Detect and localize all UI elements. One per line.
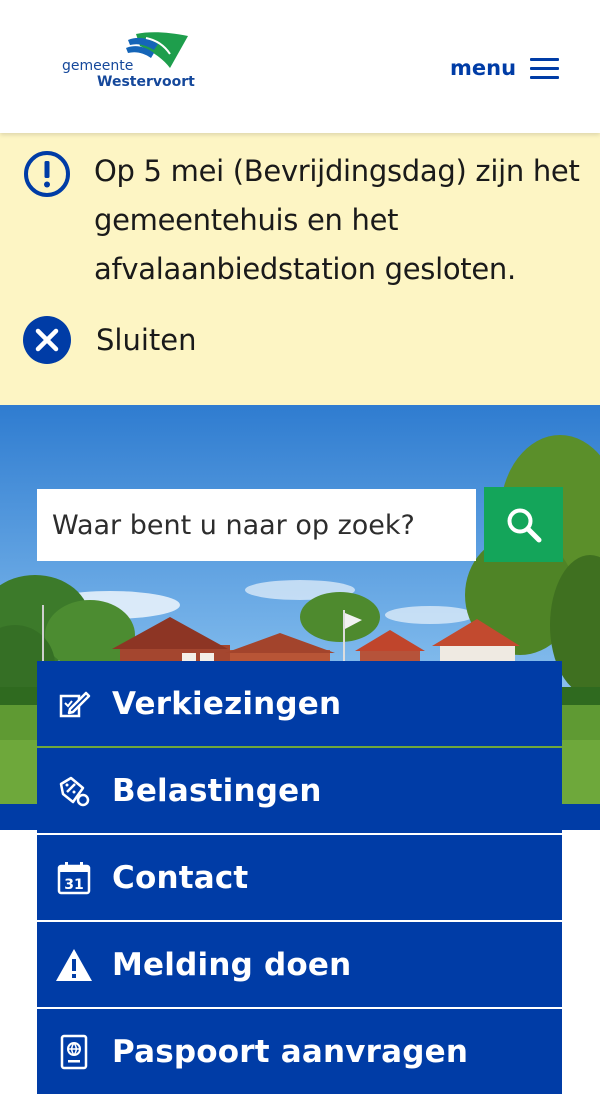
menu-label: menu (450, 56, 517, 80)
site-logo[interactable]: gemeente Westervoort (60, 30, 195, 92)
search-input[interactable] (37, 489, 476, 561)
search-icon (507, 508, 541, 542)
quick-link-label: Contact (112, 859, 249, 896)
close-label: Sluiten (96, 323, 197, 357)
alert-close-button[interactable]: Sluiten (22, 314, 197, 366)
close-icon (23, 316, 71, 364)
quick-link-belastingen[interactable]: Belastingen (37, 748, 562, 833)
vote-icon (54, 684, 94, 724)
quick-link-paspoort-aanvragen[interactable]: Paspoort aanvragen (37, 1009, 562, 1094)
quick-link-label: Paspoort aanvragen (112, 1033, 469, 1070)
alert-message: Op 5 mei (Bevrijdingsdag) zijn het gemee… (94, 154, 580, 286)
calendar-icon: 31 (54, 858, 94, 898)
tax-icon (54, 771, 94, 811)
quick-link-label: Verkiezingen (112, 685, 342, 722)
site-header: gemeente Westervoort menu (0, 0, 600, 133)
exclamation-circle-icon (24, 151, 70, 197)
logo-text-westervoort: Westervoort (97, 74, 195, 90)
menu-button[interactable]: menu (450, 50, 560, 86)
quick-link-verkiezingen[interactable]: Verkiezingen (37, 661, 562, 746)
svg-text:31: 31 (64, 877, 83, 893)
quick-link-melding-doen[interactable]: Melding doen (37, 922, 562, 1007)
logo-mark-icon (126, 32, 188, 68)
quick-link-label: Melding doen (112, 946, 352, 983)
quick-link-contact[interactable]: 31 Contact (37, 835, 562, 920)
search-button[interactable] (484, 487, 563, 562)
passport-icon (54, 1032, 94, 1072)
logo-text-gemeente: gemeente (62, 58, 134, 74)
quick-link-label: Belastingen (112, 772, 322, 809)
warning-icon (54, 945, 94, 985)
quick-links: Verkiezingen Belastingen 31 Contact Meld… (37, 661, 562, 1096)
hamburger-icon (530, 57, 560, 79)
